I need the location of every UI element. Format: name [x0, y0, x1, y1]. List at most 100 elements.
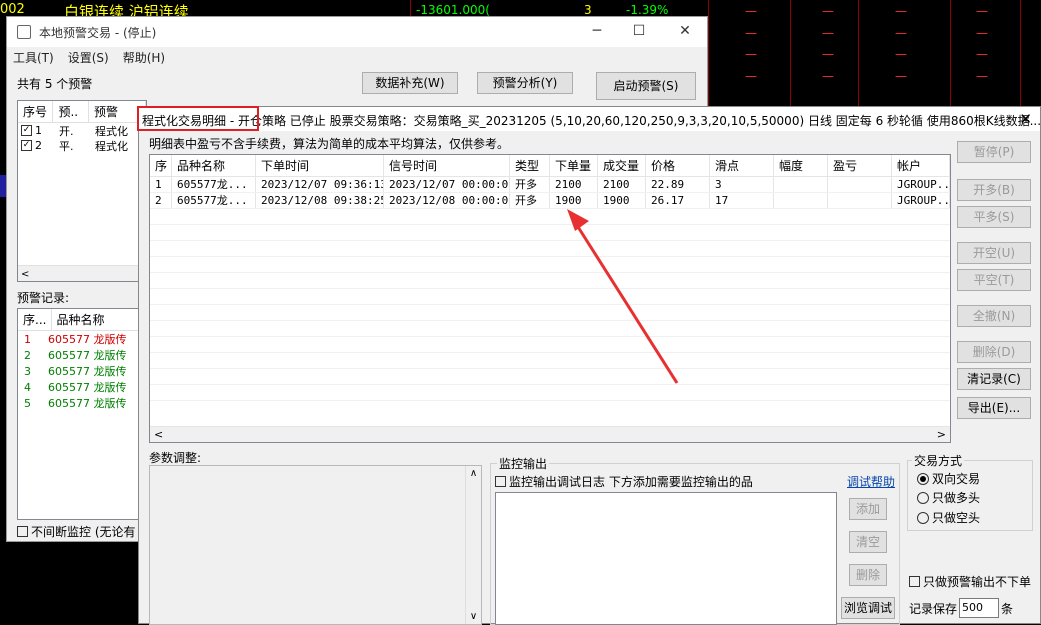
trade-mode-short[interactable]: 只做空头 — [917, 509, 980, 526]
list-item[interactable]: ✓ 2 平. 程式化 — [18, 138, 146, 153]
close-short-button[interactable]: 平空(T) — [957, 269, 1031, 291]
continuous-monitor-checkbox[interactable] — [17, 526, 28, 537]
horizontal-scrollbar[interactable]: < > — [150, 426, 950, 442]
close-icon[interactable]: ✕ — [1019, 110, 1032, 128]
scroll-left-icon[interactable]: < — [18, 269, 29, 280]
records-header: 序... 品种名称 — [18, 309, 146, 331]
col-header-num[interactable]: 序号 — [18, 101, 54, 122]
col-header[interactable]: 序 — [150, 155, 172, 176]
alert-checkbox[interactable]: ✓ — [21, 125, 32, 136]
alert-only-checkbox[interactable] — [909, 576, 920, 587]
list-item[interactable]: ✓ 1 开. 程式化 — [18, 123, 146, 138]
debug-help-link[interactable]: 调试帮助 — [847, 473, 895, 490]
alert-list[interactable]: 序号 预.. 预警 ✓ 1 开. 程式化 ✓ 2 平. 程式化 < — [17, 100, 147, 282]
col-header[interactable]: 幅度 — [774, 155, 828, 176]
alert-num: 1 — [35, 124, 42, 137]
scroll-right-icon[interactable]: > — [937, 428, 946, 441]
table-row[interactable]: 4 605577 龙版传 — [18, 379, 146, 395]
trade-detail-table[interactable]: 序 品种名称 下单时间 信号时间 类型 下单量 成交量 价格 滑点 幅度 盈亏 … — [149, 154, 951, 443]
alert-checkbox[interactable]: ✓ — [21, 140, 32, 151]
cancel-all-button[interactable]: 全撤(N) — [957, 305, 1031, 327]
col-header[interactable]: 下单量 — [550, 155, 598, 176]
close-icon[interactable]: ✕ — [675, 23, 695, 41]
continuous-monitor-option[interactable]: 不间断监控 (无论有 — [17, 523, 136, 540]
scroll-down-icon[interactable]: ∨ — [466, 611, 481, 622]
record-num: 4 — [24, 380, 31, 394]
alert-records-list[interactable]: 序... 品种名称 1 605577 龙版传 2 605577 龙版传 3 60… — [17, 308, 147, 520]
col-header-num[interactable]: 序... — [18, 309, 52, 330]
open-long-button[interactable]: 开多(B) — [957, 179, 1031, 201]
save-count-input[interactable]: 500 — [959, 598, 1000, 618]
col-header[interactable]: 滑点 — [710, 155, 774, 176]
table-row[interactable]: 2 605577龙... 2023/12/08 09:38:25 2023/12… — [150, 193, 950, 209]
trade-mode-both[interactable]: 双向交易 — [917, 470, 980, 487]
monitor-log-option[interactable]: 监控输出调试日志 下方添加需要监控输出的品 — [495, 473, 753, 490]
params-panel[interactable]: ∧ ∨ — [149, 465, 482, 625]
col-header[interactable]: 盈亏 — [828, 155, 892, 176]
browse-debug-button[interactable]: 浏览调试 — [841, 597, 895, 619]
menubar: 工具(T) 设置(S) 帮助(H) — [7, 47, 707, 67]
col-header[interactable]: 帐户 — [892, 155, 950, 176]
cell-name: 605577龙... — [172, 177, 256, 192]
table-row[interactable]: 5 605577 龙版传 — [18, 395, 146, 411]
record-text: 605577 龙版传 — [48, 333, 127, 346]
record-text: 605577 龙版传 — [48, 365, 127, 378]
scroll-left-icon[interactable]: < — [154, 428, 163, 441]
radio-icon[interactable] — [917, 491, 929, 504]
clear-records-button[interactable]: 清记录(C) — [957, 368, 1031, 390]
open-short-button[interactable]: 开空(U) — [957, 242, 1031, 264]
horizontal-scrollbar[interactable]: < — [18, 265, 146, 281]
col-header[interactable]: 品种名称 — [172, 155, 256, 176]
col-header-alert[interactable]: 预.. — [53, 101, 89, 122]
cell-pnl — [828, 193, 892, 208]
clear-button[interactable]: 清空 — [849, 531, 887, 553]
vertical-scrollbar[interactable]: ∧ ∨ — [465, 466, 481, 624]
col-header[interactable]: 价格 — [646, 155, 710, 176]
maximize-icon[interactable]: ☐ — [629, 23, 649, 41]
pause-button[interactable]: 暂停(P) — [957, 141, 1031, 163]
close-long-button[interactable]: 平多(S) — [957, 206, 1031, 228]
empty-row — [150, 273, 950, 289]
quote-dash: — — [976, 26, 988, 40]
window-titlebar[interactable]: 本地预警交易 - (停止) ─ ☐ ✕ — [7, 17, 707, 47]
col-header[interactable]: 信号时间 — [384, 155, 510, 176]
delete-button[interactable]: 删除(D) — [957, 341, 1031, 363]
cell-filled-qty: 2100 — [598, 177, 646, 192]
record-text: 605577 龙版传 — [48, 349, 127, 362]
radio-selected-icon[interactable] — [917, 472, 929, 485]
radio-icon[interactable] — [917, 511, 929, 524]
dialog-titlebar[interactable]: 程式化交易明细 - 开仓策略 已停止 股票交易策略：交易策略_买_2023120… — [137, 106, 1041, 131]
alert-type: 开. — [59, 124, 74, 138]
minimize-icon[interactable]: ─ — [587, 23, 607, 41]
trade-mode-long[interactable]: 只做多头 — [917, 489, 980, 506]
menu-settings[interactable]: 设置(S) — [68, 49, 109, 66]
highlight-box — [137, 106, 259, 131]
cell-num: 2 — [150, 193, 172, 208]
menu-help[interactable]: 帮助(H) — [123, 49, 165, 66]
monitor-log-checkbox[interactable] — [495, 476, 506, 487]
cell-type: 开多 — [510, 177, 550, 192]
start-alert-button[interactable]: 启动预警(S) — [596, 72, 696, 100]
alert-name: 程式化 — [95, 139, 128, 153]
quote-dash: — — [745, 26, 757, 40]
data-fill-button[interactable]: 数据补充(W) — [362, 72, 458, 94]
scroll-up-icon[interactable]: ∧ — [466, 468, 481, 479]
alert-analysis-button[interactable]: 预警分析(Y) — [477, 72, 573, 94]
table-row[interactable]: 3 605577 龙版传 — [18, 363, 146, 379]
table-row[interactable]: 1 605577龙... 2023/12/07 09:36:13 2023/12… — [150, 177, 950, 193]
monitor-symbol-list[interactable] — [495, 492, 837, 625]
annotation-arrow — [567, 209, 679, 384]
table-row[interactable]: 1 605577 龙版传 — [18, 331, 146, 347]
quote-code: 002 — [0, 2, 25, 17]
add-button[interactable]: 添加 — [849, 498, 887, 520]
delete-monitor-button[interactable]: 删除 — [849, 564, 887, 586]
menu-tools[interactable]: 工具(T) — [13, 49, 54, 66]
alert-only-option[interactable]: 只做预警输出不下单 — [909, 573, 1031, 590]
col-header[interactable]: 类型 — [510, 155, 550, 176]
col-header[interactable]: 成交量 — [598, 155, 646, 176]
cell-filled-qty: 1900 — [598, 193, 646, 208]
col-header[interactable]: 下单时间 — [256, 155, 384, 176]
table-row[interactable]: 2 605577 龙版传 — [18, 347, 146, 363]
col-header-name[interactable]: 品种名称 — [52, 309, 146, 330]
export-button[interactable]: 导出(E)... — [957, 397, 1031, 419]
